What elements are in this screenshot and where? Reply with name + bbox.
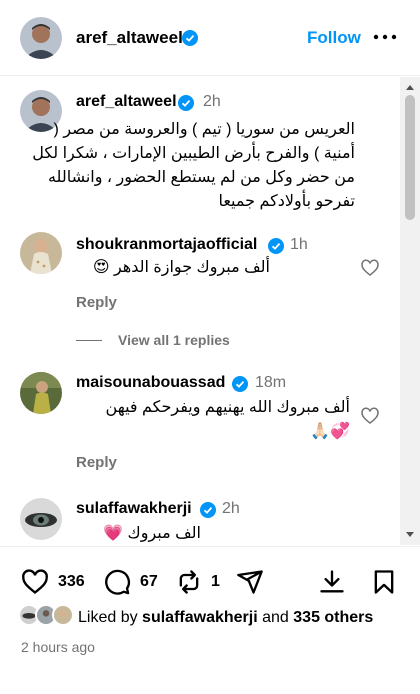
comments-count[interactable]: 67 — [140, 573, 158, 591]
comment-item: maisounabouassad 18m ألف مبروك الله يهني… — [0, 359, 398, 471]
comment-icon[interactable] — [103, 568, 131, 596]
post-actions: 336 67 1 Liked by sulaffawakherji and 33… — [0, 546, 420, 694]
commenter-username[interactable]: shoukranmortajaofficial — [76, 236, 257, 254]
comments-list[interactable]: aref_altaweel 2h العريس من سوريا ( تيم )… — [0, 77, 420, 545]
download-icon[interactable] — [318, 568, 346, 596]
commenter-username[interactable]: maisounabouassad — [76, 374, 225, 392]
post-time-ago[interactable]: 2 hours ago — [21, 639, 95, 655]
verified-icon — [182, 30, 198, 46]
liked-by-prefix: Liked by — [78, 609, 138, 626]
author-username[interactable]: aref_altaweel — [76, 28, 183, 48]
commenter-avatar[interactable] — [20, 498, 62, 540]
caption-time: 2h — [203, 93, 221, 110]
scroll-up-arrow-icon[interactable] — [405, 83, 415, 91]
view-replies-divider — [76, 340, 102, 341]
save-bookmark-icon[interactable] — [370, 568, 398, 596]
liker-avatar[interactable] — [52, 604, 74, 626]
verified-icon — [200, 502, 216, 518]
verified-icon — [268, 238, 284, 254]
comment-time: 1h — [290, 236, 308, 253]
comment-time: 2h — [222, 500, 240, 517]
liked-by-text: Liked by sulaffawakherji and 335 others — [78, 609, 373, 627]
reposts-count[interactable]: 1 — [211, 573, 220, 591]
liked-by-others[interactable]: 335 others — [293, 609, 373, 626]
commenter-avatar[interactable] — [20, 372, 62, 414]
commenter-username[interactable]: sulaffawakherji — [76, 500, 192, 518]
verified-icon — [232, 376, 248, 392]
comment-item: shoukranmortajaofficial 1h ألف مبروك جوا… — [0, 217, 398, 317]
comment-text: ألف مبروك جوازة الدهر 😍 — [92, 259, 270, 276]
comment-time: 18m — [255, 374, 287, 391]
comment-text: ألف مبروك الله يهنيهم ويفرحكم فيهن 💞🙏🏻 — [105, 399, 350, 440]
comment-item: sulaffawakherji 2h الف مبروك 💗 — [0, 489, 398, 545]
scroll-thumb[interactable] — [405, 95, 415, 220]
reply-button[interactable]: Reply — [76, 454, 117, 471]
caption-text: العريس من سوريا ( تيم ) والعروسة من مصر … — [32, 121, 355, 210]
like-comment-icon[interactable] — [360, 258, 380, 278]
verified-icon — [178, 95, 194, 111]
scroll-down-arrow-icon[interactable] — [405, 531, 415, 539]
share-icon[interactable] — [236, 568, 264, 596]
like-icon[interactable] — [21, 568, 49, 596]
author-avatar[interactable] — [20, 17, 62, 59]
like-comment-icon[interactable] — [360, 406, 380, 426]
caption-username[interactable]: aref_altaweel — [76, 93, 177, 111]
view-replies-button[interactable]: View all 1 replies — [118, 332, 230, 348]
post-header: aref_altaweel Follow — [0, 0, 420, 76]
likes-count[interactable]: 336 — [58, 573, 85, 591]
caption: aref_altaweel 2h العريس من سوريا ( تيم )… — [0, 77, 398, 217]
follow-button[interactable]: Follow — [307, 28, 361, 48]
liked-by-and: and — [262, 609, 289, 626]
comment-text: الف مبروك 💗 — [103, 525, 201, 542]
more-options-icon[interactable] — [372, 29, 398, 45]
repost-icon[interactable] — [175, 568, 203, 596]
liked-by-user[interactable]: sulaffawakherji — [142, 609, 258, 626]
reply-button[interactable]: Reply — [76, 294, 117, 311]
